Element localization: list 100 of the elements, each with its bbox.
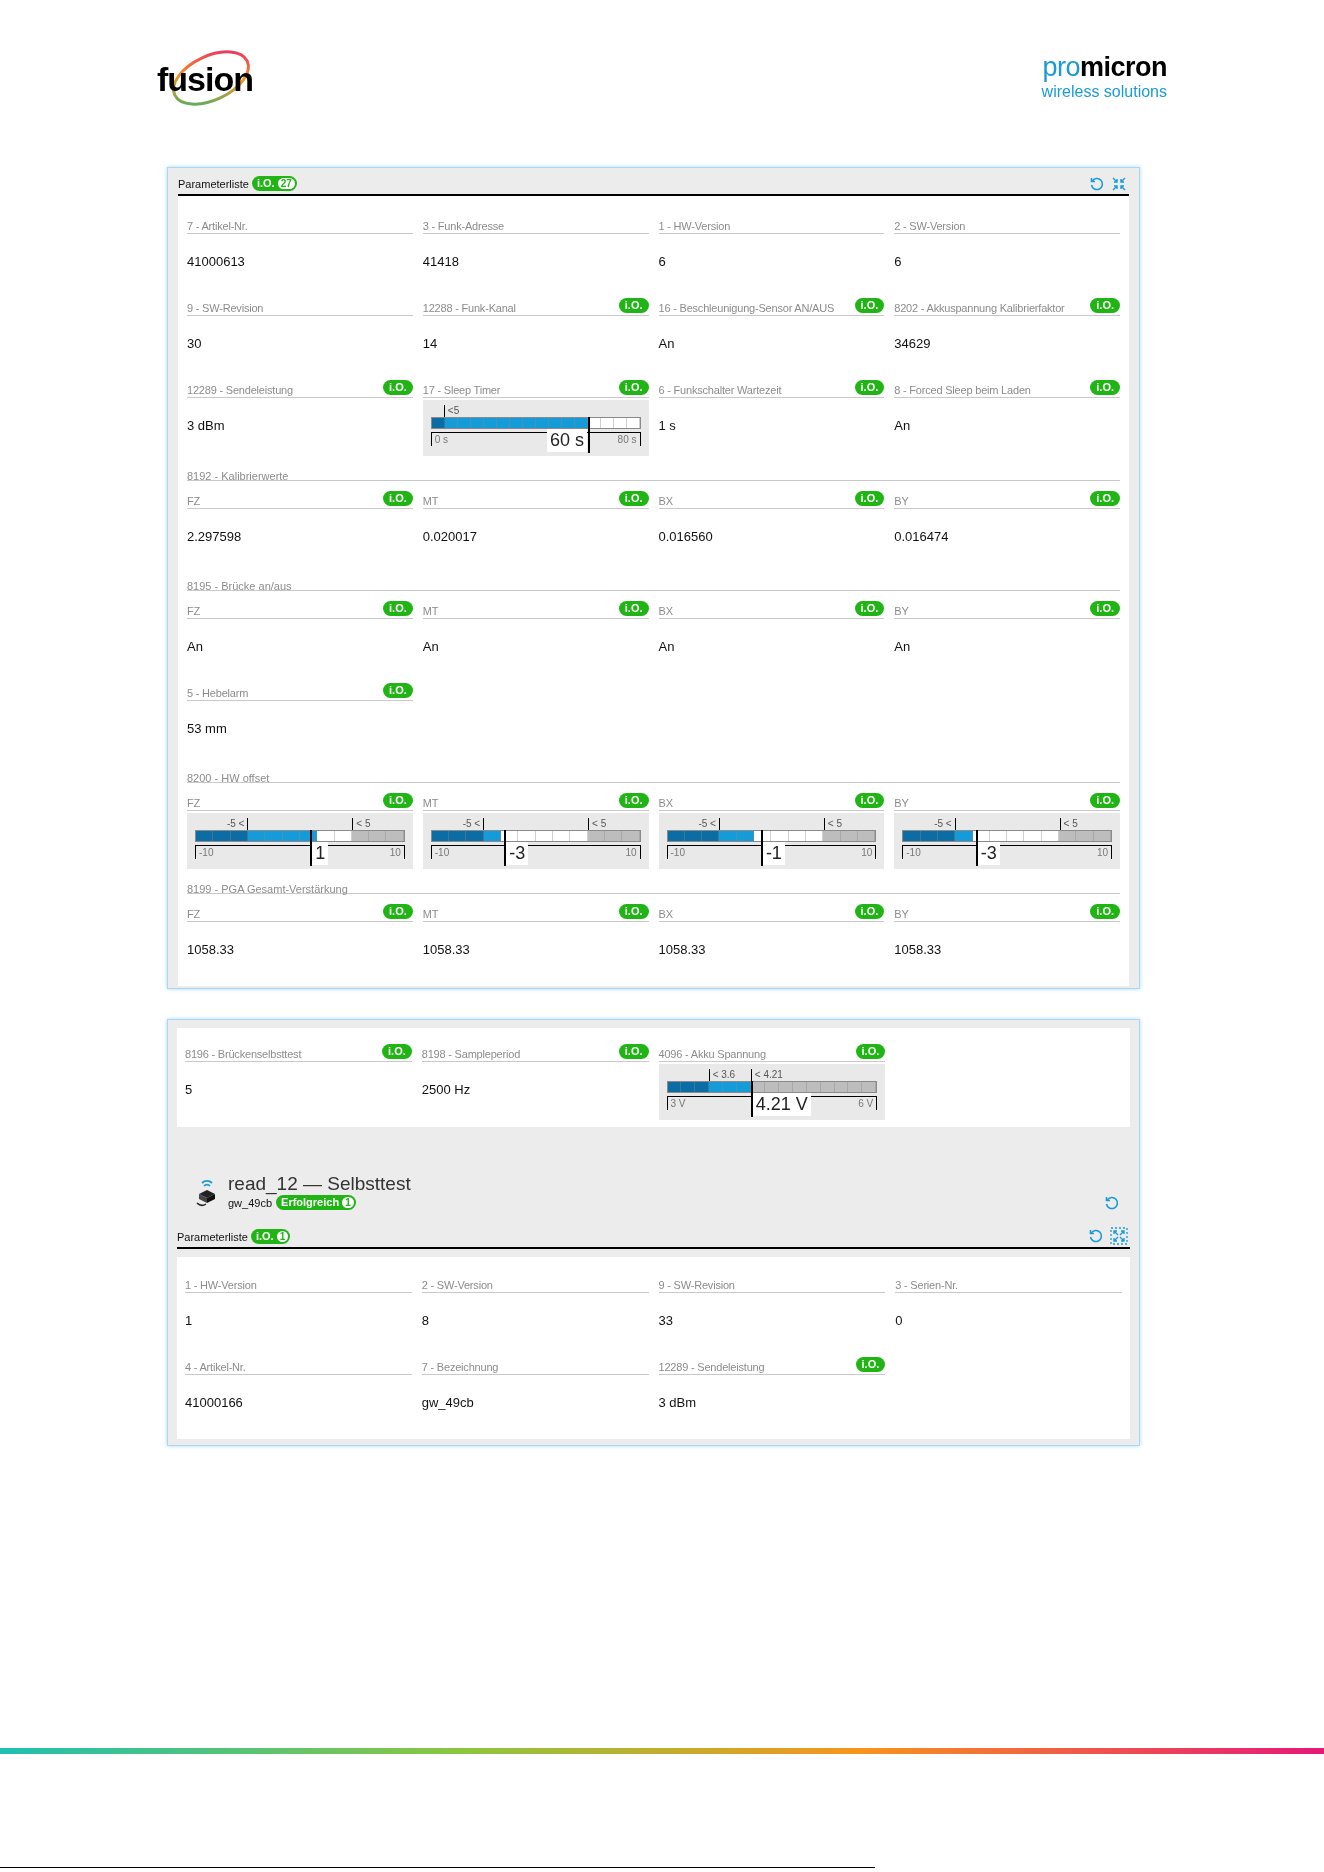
field-value: 41418 [422,254,459,269]
status-badge: i.O. [383,491,413,506]
field-value: An [658,639,675,654]
field-label: BY [894,796,909,810]
status-badge: i.O. [383,601,413,616]
refresh-icon[interactable] [1088,1228,1104,1244]
refresh-icon[interactable] [1089,176,1105,192]
scale-label: 10 [625,847,637,858]
status-badge: i.O. [382,1044,412,1059]
field-value: An [658,336,675,351]
field-value: 0 [895,1313,903,1328]
field-label: 6 - Funkschalter Wartezeit [658,383,782,397]
field-label: FZ [187,604,201,618]
field-value: 1058.33 [422,942,470,957]
scale-label: -10 [199,847,214,858]
field-label: 8 - Forced Sleep beim Laden [894,383,1031,397]
status-badge: i.O. [618,298,649,313]
status-badge: i.O. [855,1357,886,1372]
section-label: 8192 - Kalibrierwerte [187,470,289,482]
count-badge: 27 [277,178,295,190]
status-badge: i.O. [618,601,649,616]
field-value: 1058.33 [187,942,234,957]
threshold-label: -5 < [698,818,716,829]
scale-label: 6 V [858,1098,874,1109]
field-label: 12289 - Sendeleistung [658,1360,765,1374]
status-badge: i.O. [1090,601,1120,616]
tagline: wireless solutions [1041,82,1167,102]
field-label: 16 - Beschleunigung-Sensor AN/AUS [658,301,835,315]
field-label: 17 - Sleep Timer [422,383,501,397]
field-label: 12289 - Sendeleistung [187,383,293,397]
field-value: 0.020017 [422,529,477,544]
field-label: MT [422,494,439,508]
brand-logo: promicron [1042,52,1167,82]
status-badge: i.O. [855,1044,886,1059]
count-badge: 1 [342,1197,354,1209]
field-label: FZ [187,796,201,810]
gauge-value: 60 s [547,429,588,452]
field-label: 7 - Bezeichnung [421,1360,499,1374]
field-value: 0.016560 [658,529,713,544]
status-badge: i.O. [854,904,885,919]
field-value: 2.297598 [187,529,242,544]
field-label: 7 - Artikel-Nr. [187,219,248,233]
expand-icon[interactable] [1110,1227,1128,1245]
scale-label: 0 s [434,434,449,445]
field-value: 41000613 [187,254,245,269]
field-value: An [894,639,911,654]
panel-title: Parameterliste [177,1229,248,1245]
status-badge: i.O. [618,904,649,919]
field-value: 34629 [894,336,931,351]
field-label: BY [894,604,909,618]
field-label: 8196 - Brückenselbsttest [185,1047,302,1061]
field-label: 3 - Serien-Nr. [895,1278,958,1292]
field-value: 1 [185,1313,193,1328]
field-label: BY [894,494,909,508]
scale-label: -10 [434,847,450,858]
field-value: An [422,639,439,654]
count-badge: 1 [276,1231,289,1243]
field-label: FZ [187,494,201,508]
section-label: 8195 - Brücke an/aus [187,580,292,592]
field-value: 30 [187,336,202,351]
status-badge: i.O. [383,793,413,808]
field-label: BX [658,796,673,810]
field-value: 8 [421,1313,429,1328]
status-badge: i.O. [383,683,413,698]
device-title: read_12 — Selbsttest [228,1172,411,1195]
scale-label: -10 [906,847,921,858]
scale-label: 3 V [670,1098,686,1109]
status-badge: i.O. [1090,491,1120,506]
field-label: FZ [187,907,201,921]
field-value: 1058.33 [658,942,706,957]
field-value: 6 [894,254,902,269]
device-subtitle: gw_49cb [228,1195,273,1211]
field-label: 9 - SW-Revision [658,1278,735,1292]
field-value: 3 dBm [187,418,225,433]
field-value: An [894,418,911,433]
field-label: 4 - Artikel-Nr. [185,1360,246,1374]
threshold-label: <5 [447,405,460,416]
field-value: 5 [185,1082,193,1097]
field-value: 6 [658,254,666,269]
scale-label: 10 [1096,847,1108,858]
collapse-icon[interactable] [1111,176,1127,192]
scale-label: 10 [861,847,873,858]
field-label: 2 - SW-Version [894,219,966,233]
scale-label: 10 [389,847,401,858]
scale-label: 80 s [617,434,637,445]
status-badge: i.O. [383,904,413,919]
status-badge: i.O. [1090,904,1120,919]
threshold-label: -5 < [934,818,952,829]
field-value: gw_49cb [421,1395,474,1410]
field-label: BX [658,494,673,508]
threshold-label: < 5 [592,818,607,829]
field-value: 1058.33 [894,942,942,957]
status-badge: i.O. [1090,380,1120,395]
status-badge: i.O. [618,491,649,506]
status-badge: i.O. [618,380,649,395]
field-label: BX [658,907,673,921]
field-label: 1 - HW-Version [658,219,731,233]
field-label: MT [422,796,439,810]
threshold-label: < 5 [827,818,842,829]
refresh-icon[interactable] [1104,1195,1120,1211]
